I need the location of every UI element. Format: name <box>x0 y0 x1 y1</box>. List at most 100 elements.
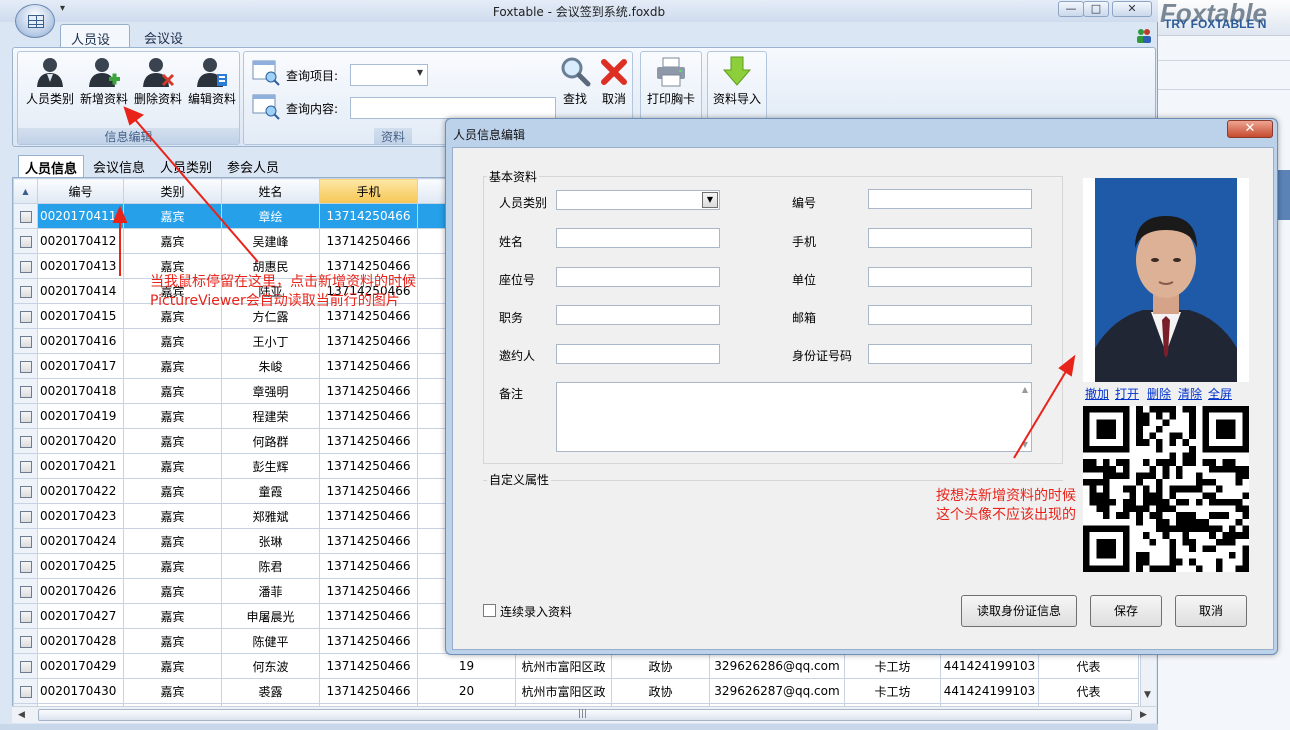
row-selector[interactable] <box>13 553 38 579</box>
cell-phone[interactable]: 13714250466 <box>319 528 418 554</box>
cell-phone[interactable]: 13714250466 <box>319 653 418 679</box>
cell-category[interactable]: 嘉宾 <box>123 678 222 704</box>
column-header-name[interactable]: 姓名 <box>221 178 320 204</box>
cell-code[interactable]: 0020170417 <box>37 353 124 379</box>
row-checkbox[interactable] <box>19 535 32 548</box>
import-data-button[interactable]: 资料导入 <box>709 56 765 110</box>
row-checkbox[interactable] <box>19 335 32 348</box>
cell-phone[interactable]: 13714250466 <box>319 603 418 629</box>
cell-name[interactable]: 何路群 <box>221 428 320 454</box>
cell-code[interactable]: 0020170430 <box>37 678 124 704</box>
tab-people-info[interactable]: 人员信息 <box>18 155 85 179</box>
row-selector[interactable] <box>13 578 38 604</box>
phone-input[interactable] <box>868 228 1032 248</box>
cell-name[interactable]: 朱峻 <box>221 353 320 379</box>
row-checkbox[interactable] <box>19 485 32 498</box>
cell-phone[interactable]: 13714250466 <box>319 403 418 429</box>
cell-category[interactable]: 嘉宾 <box>123 428 222 454</box>
cell-name[interactable]: 郑雅斌 <box>221 503 320 529</box>
row-selector[interactable] <box>13 628 38 654</box>
scroll-left-icon[interactable]: ◀ <box>18 710 25 720</box>
row-selector[interactable] <box>13 603 38 629</box>
id-card-input[interactable] <box>868 344 1032 364</box>
cell-category[interactable]: 嘉宾 <box>123 203 222 229</box>
users-icon[interactable] <box>1136 28 1152 44</box>
row-checkbox[interactable] <box>19 510 32 523</box>
row-selector[interactable] <box>13 678 38 704</box>
row-checkbox[interactable] <box>19 685 32 698</box>
maximize-button[interactable]: □ <box>1083 1 1109 17</box>
category-select[interactable]: ▼ <box>556 190 720 210</box>
cell-inviter[interactable]: 卡工坊 <box>844 678 941 704</box>
save-button[interactable]: 保存 <box>1090 595 1162 627</box>
cell-idno[interactable]: 441424199103 <box>940 653 1039 679</box>
cell-name[interactable]: 申屠晨光 <box>221 603 320 629</box>
cell-phone[interactable]: 13714250466 <box>319 428 418 454</box>
cell-unit[interactable]: 杭州市富阳区政 <box>515 678 612 704</box>
cell-name[interactable]: 章强明 <box>221 378 320 404</box>
cell-name[interactable]: 王小丁 <box>221 328 320 354</box>
print-badge-button[interactable]: 打印胸卡 <box>643 56 699 110</box>
email-input[interactable] <box>868 305 1032 325</box>
tab-meeting-settings[interactable]: 会议设置 <box>134 24 204 66</box>
cell-phone[interactable]: 13714250466 <box>319 353 418 379</box>
row-checkbox[interactable] <box>19 260 32 273</box>
cell-code[interactable]: 0020170415 <box>37 303 124 329</box>
cell-code[interactable]: 0020170426 <box>37 578 124 604</box>
cell-phone[interactable]: 13714250466 <box>319 328 418 354</box>
cell-phone[interactable]: 13714250466 <box>319 203 418 229</box>
cell-phone[interactable]: 13714250466 <box>319 628 418 654</box>
cell-inviter[interactable]: 卡工坊 <box>844 653 941 679</box>
tab-people-category[interactable]: 人员类别 <box>154 155 218 178</box>
photo-fullscreen-link[interactable]: 全屏 <box>1208 385 1232 402</box>
cell-category[interactable]: 嘉宾 <box>123 653 222 679</box>
scroll-down-icon[interactable]: ▼ <box>1022 440 1028 449</box>
row-selector[interactable] <box>13 428 38 454</box>
search-button[interactable]: 查找 <box>552 56 598 110</box>
row-selector[interactable] <box>13 228 38 254</box>
scroll-down-icon[interactable]: ▼ <box>1144 690 1151 700</box>
row-selector[interactable] <box>13 378 38 404</box>
cell-category[interactable]: 嘉宾 <box>123 503 222 529</box>
table-row[interactable]: 0020170429 嘉宾 何东波 13714250466 19 杭州市富阳区政 政协 329… <box>13 653 1139 679</box>
cell-category[interactable]: 嘉宾 <box>123 478 222 504</box>
close-button[interactable]: ✕ <box>1112 1 1152 17</box>
cell-code[interactable]: 0020170419 <box>37 403 124 429</box>
cell-name[interactable]: 程建荣 <box>221 403 320 429</box>
app-menu-button[interactable] <box>15 4 55 38</box>
cell-category[interactable]: 嘉宾 <box>123 628 222 654</box>
code-input[interactable] <box>868 189 1032 209</box>
photo-add-link[interactable]: 撤加 <box>1085 385 1109 402</box>
delete-record-button[interactable]: 删除资料 <box>130 56 186 110</box>
cell-name[interactable]: 章绘 <box>221 203 320 229</box>
cancel-button[interactable]: 取消 <box>1175 595 1247 627</box>
cell-phone[interactable]: 13714250466 <box>319 378 418 404</box>
query-content-input[interactable] <box>350 97 556 119</box>
cell-phone[interactable]: 13714250466 <box>319 503 418 529</box>
cell-seat[interactable]: 20 <box>417 678 516 704</box>
cell-code[interactable]: 0020170422 <box>37 478 124 504</box>
unit-input[interactable] <box>868 267 1032 287</box>
cell-category[interactable]: 嘉宾 <box>123 553 222 579</box>
cell-code[interactable]: 0020170425 <box>37 553 124 579</box>
cell-phone[interactable]: 13714250466 <box>319 578 418 604</box>
row-checkbox[interactable] <box>19 585 32 598</box>
continuous-entry-checkbox[interactable] <box>483 604 496 617</box>
row-selector[interactable] <box>13 478 38 504</box>
cell-code[interactable]: 0020170423 <box>37 503 124 529</box>
column-header-category[interactable]: 类别 <box>123 178 222 204</box>
column-header-code[interactable]: 编号 <box>37 178 124 204</box>
cell-code[interactable]: 0020170421 <box>37 453 124 479</box>
row-checkbox[interactable] <box>19 385 32 398</box>
row-checkbox[interactable] <box>19 360 32 373</box>
cell-category[interactable]: 嘉宾 <box>123 353 222 379</box>
cell-name[interactable]: 彭生辉 <box>221 453 320 479</box>
tab-attendees[interactable]: 参会人员 <box>221 155 285 178</box>
cell-code[interactable]: 0020170427 <box>37 603 124 629</box>
cell-name[interactable]: 童霞 <box>221 478 320 504</box>
cell-phone[interactable]: 13714250466 <box>319 678 418 704</box>
cell-note[interactable]: 代表 <box>1038 653 1139 679</box>
dialog-close-button[interactable]: ✕ <box>1227 120 1273 138</box>
row-selector[interactable] <box>13 253 38 279</box>
row-selector[interactable] <box>13 328 38 354</box>
